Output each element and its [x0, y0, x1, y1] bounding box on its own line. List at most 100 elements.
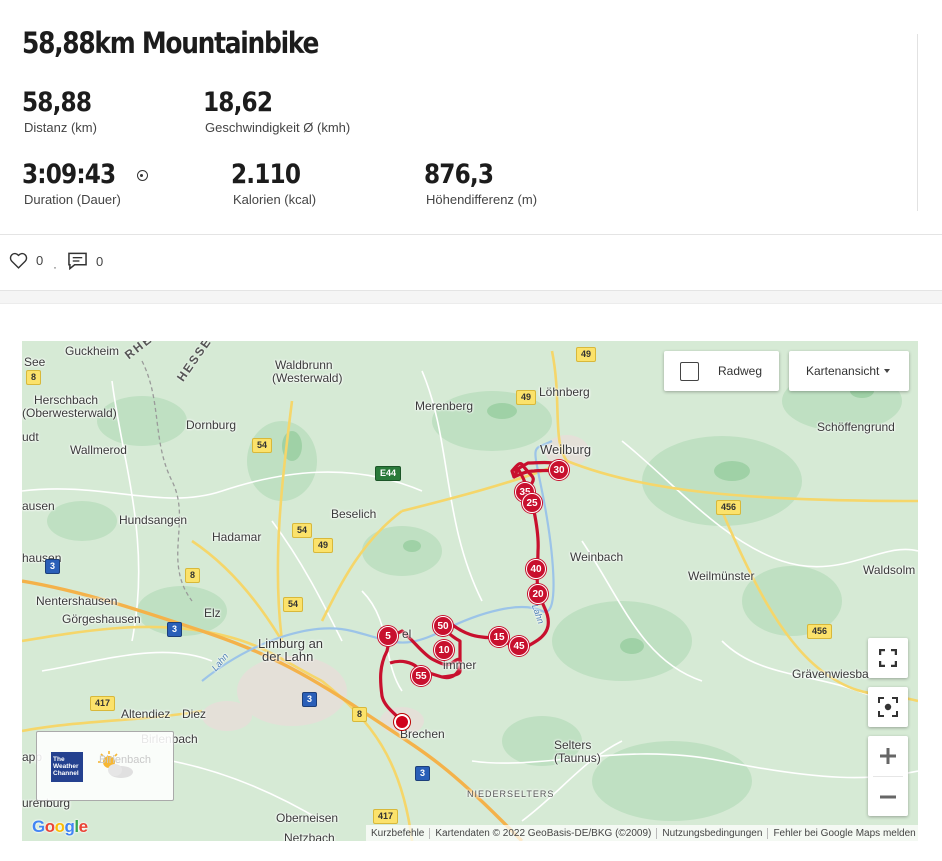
stopwatch-icon: [136, 170, 148, 182]
place-label: Hadamar: [212, 530, 262, 544]
stat-duration: 3:09:43 Duration (Dauer): [22, 160, 148, 207]
road-shield: 54: [252, 438, 273, 453]
place-label: NIEDERSELTERS: [467, 789, 555, 799]
separator-dot: ·: [53, 260, 57, 274]
place-label: el: [402, 627, 412, 641]
stat-distance-value: 58,88: [22, 87, 92, 118]
minus-icon: [880, 795, 896, 799]
stat-elevation: 876,3 Höhendifferenz (m): [424, 159, 538, 208]
comment-button[interactable]: 0: [68, 252, 103, 270]
place-label: Weilmünster: [688, 569, 755, 583]
heart-icon: [9, 252, 28, 269]
road-shield: 54: [292, 523, 313, 538]
road-shield: 54: [283, 597, 304, 612]
road-shield: 8: [185, 568, 201, 583]
route-marker[interactable]: 45: [509, 636, 529, 656]
place-label: Merenberg: [415, 399, 474, 413]
route-marker[interactable]: 50: [433, 616, 453, 636]
stat-elevation-value: 876,3: [424, 159, 494, 190]
caret-down-icon: [884, 369, 891, 373]
zoom-controls: [868, 736, 908, 816]
plus-icon: [880, 748, 896, 764]
route-marker[interactable]: 5: [378, 626, 398, 646]
stat-speed-value: 18,62: [203, 87, 273, 118]
place-label: (Taunus): [554, 751, 601, 765]
place-label: Wallmerod: [70, 443, 127, 457]
vertical-divider: [917, 34, 918, 211]
place-label: Görgeshausen: [62, 612, 141, 626]
route-marker[interactable]: 25: [522, 493, 542, 513]
place-label: Netzbach: [284, 831, 335, 841]
like-button[interactable]: 0: [9, 252, 43, 269]
comment-count: 0: [96, 253, 104, 269]
place-label: udt: [22, 430, 39, 444]
place-label: Schöffengrund: [817, 420, 895, 434]
place-label: Weilburg: [540, 442, 592, 457]
road-shield: 49: [516, 390, 537, 405]
road-shield: 456: [716, 500, 742, 515]
bike-path-label: Radweg: [718, 364, 763, 378]
route-marker[interactable]: 10: [434, 640, 454, 660]
place-label: Nentershausen: [36, 594, 118, 608]
report-error-link[interactable]: Fehler bei Google Maps melden: [768, 828, 918, 839]
route-start-marker[interactable]: [394, 714, 410, 730]
road-shield: 417: [90, 696, 116, 711]
stat-distance: 58,88 Distanz (km): [22, 87, 102, 136]
motorway-shield: 3: [45, 559, 61, 574]
bike-path-toggle[interactable]: Radweg: [664, 351, 779, 391]
terms-link[interactable]: Nutzungsbedingungen: [657, 828, 767, 839]
stat-speed-label: Geschwindigkeit Ø (kmh): [205, 120, 351, 135]
bike-path-checkbox[interactable]: [680, 361, 699, 381]
place-label: Löhnberg: [539, 385, 590, 399]
stat-duration-value: 3:09:43: [22, 159, 116, 190]
road-shield: 456: [807, 624, 833, 639]
zoom-out-button[interactable]: [868, 777, 908, 817]
stat-elevation-label: Höhendifferenz (m): [426, 192, 538, 207]
place-label: Dornburg: [186, 418, 237, 432]
place-label: (Westerwald): [272, 371, 343, 385]
fullscreen-icon: [879, 649, 897, 667]
weather-widget[interactable]: The Weather Channel Birlenbach: [36, 731, 174, 801]
stat-distance-label: Distanz (km): [24, 120, 97, 135]
google-logo: Google: [32, 817, 88, 836]
activity-header: 58,88km Mountainbike 58,88 Distanz (km) …: [0, 0, 942, 234]
motorway-shield: 3: [415, 766, 431, 781]
route-marker[interactable]: 55: [411, 666, 431, 686]
place-label: Waldsolm: [863, 563, 916, 577]
route-marker[interactable]: 30: [549, 460, 569, 480]
like-count: 0: [36, 253, 44, 268]
route-map[interactable]: See Guckheim Herschbach (Oberwesterwald)…: [22, 341, 918, 841]
road-shield: 417: [373, 809, 399, 824]
place-label: Brechen: [400, 727, 445, 741]
place-label: Beselich: [331, 507, 377, 521]
place-label: Grävenwiesba: [792, 667, 869, 681]
comment-icon: [68, 252, 87, 270]
road-shield: 49: [576, 347, 597, 362]
zoom-in-button[interactable]: [868, 736, 908, 776]
route-marker[interactable]: 20: [528, 584, 548, 604]
road-shield: 8: [26, 370, 42, 385]
place-label: See: [24, 355, 46, 369]
route-marker[interactable]: 15: [489, 627, 509, 647]
place-label: Selters: [554, 738, 592, 752]
keyboard-shortcuts-link[interactable]: Kurzbefehle: [366, 828, 429, 839]
place-label: Guckheim: [65, 344, 120, 358]
stat-duration-label: Duration (Dauer): [24, 192, 121, 207]
place-label: der Lahn: [262, 649, 314, 664]
map-type-label: Kartenansicht: [806, 364, 880, 378]
fullscreen-button[interactable]: [868, 638, 908, 678]
stat-speed: 18,62 Geschwindigkeit Ø (kmh): [203, 87, 351, 136]
route-marker[interactable]: 40: [526, 559, 546, 579]
place-label: Altendiez: [121, 707, 171, 721]
place-label: Diez: [182, 707, 207, 721]
map-type-dropdown[interactable]: Kartenansicht: [789, 351, 909, 391]
map-data-credit: Kartendaten © 2022 GeoBasis-DE/BKG (©200…: [435, 827, 652, 839]
motorway-shield: 3: [167, 622, 183, 637]
social-bar: 0 · 0: [0, 240, 942, 286]
section-separator: [0, 290, 942, 304]
stat-calories: 2.110 Kalorien (kcal): [231, 160, 316, 208]
place-label: (Oberwesterwald): [22, 406, 117, 420]
recenter-button[interactable]: [868, 687, 908, 727]
weather-channel-logo: The Weather Channel: [51, 752, 83, 782]
road-shield: 49: [313, 538, 334, 553]
